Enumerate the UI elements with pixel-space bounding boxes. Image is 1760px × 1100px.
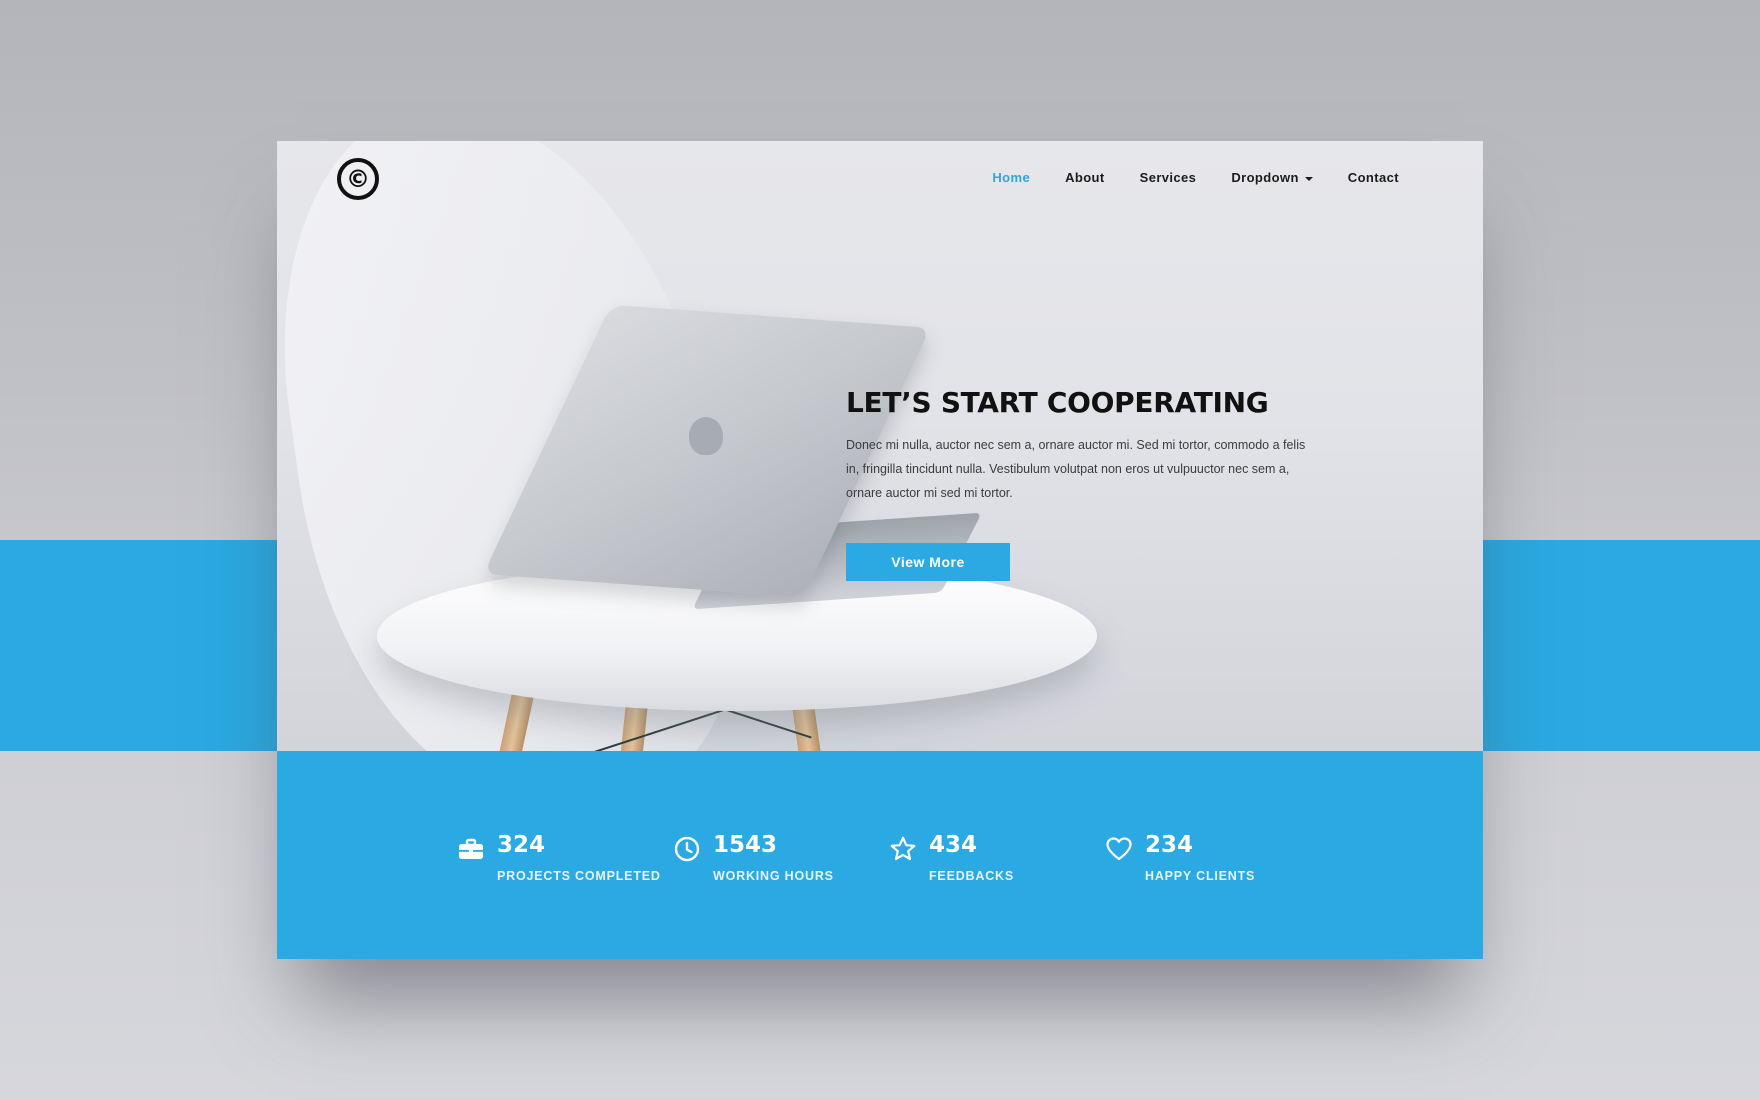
caret-down-icon [1304,176,1313,181]
stat-label: HAPPY CLIENTS [1145,869,1256,883]
apple-logo-icon [689,417,723,455]
copyright-logo[interactable]: © [337,158,379,200]
logo-glyph: © [346,165,370,193]
nav-item-dropdown[interactable]: Dropdown [1231,170,1313,185]
nav-item-about[interactable]: About [1065,170,1105,185]
stat-label: PROJECTS COMPLETED [497,869,661,883]
nav-item-dropdown-label: Dropdown [1231,170,1299,185]
stat-label: FEEDBACKS [929,869,1014,883]
star-icon [890,836,916,861]
view-more-button[interactable]: View More [846,543,1010,581]
stat-value: 434 [929,832,978,858]
nav-item-services[interactable]: Services [1140,170,1197,185]
nav-item-home[interactable]: Home [992,170,1030,185]
stat-feedbacks: 434 FEEDBACKS [889,831,1014,883]
stat-hours: 1543 WORKING HOURS [673,831,834,883]
nav-item-contact[interactable]: Contact [1348,170,1399,185]
heart-icon [1106,837,1132,861]
hero-section: © Home About Services Dropdown Contact L… [277,141,1483,751]
stat-clients: 234 HAPPY CLIENTS [1105,831,1255,883]
stat-value: 324 [497,832,546,858]
stat-label: WORKING HOURS [713,869,834,883]
briefcase-icon [459,838,483,859]
hero-title: LET’S START COOPERATING [846,386,1269,419]
clock-icon [674,836,700,862]
website-mockup: © Home About Services Dropdown Contact L… [277,141,1483,959]
stats-section: 324 PROJECTS COMPLETED 1543 WORKING HOUR… [277,751,1483,959]
stat-projects: 324 PROJECTS COMPLETED [457,831,661,883]
hero-content: LET’S START COOPERATING Donec mi nulla, … [846,386,1316,505]
stat-value: 1543 [713,832,778,858]
hero-description: Donec mi nulla, auctor nec sem a, ornare… [846,438,1306,500]
main-nav: Home About Services Dropdown Contact [992,170,1399,185]
stat-value: 234 [1145,832,1194,858]
